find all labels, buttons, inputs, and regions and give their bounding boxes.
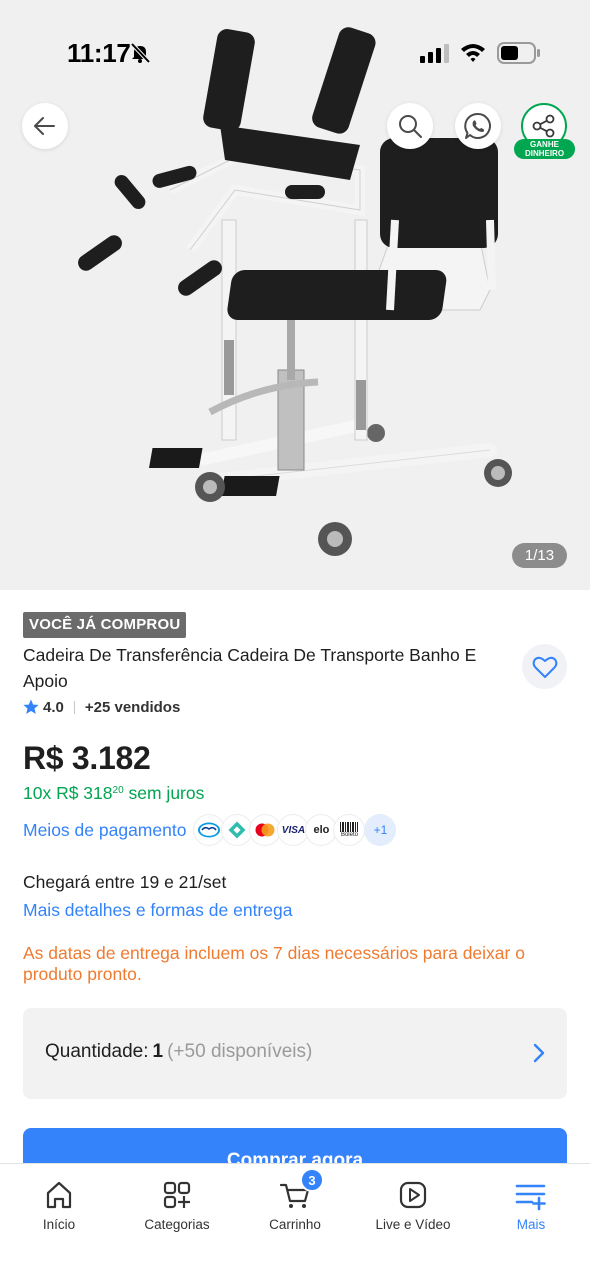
categories-icon [163,1181,191,1209]
installments: 10x R$ 31820 sem juros [23,783,204,804]
status-bar: 11:17 [0,0,590,108]
arrow-left-icon [34,117,55,135]
rating-value: 4.0 [43,698,64,716]
battery-icon [497,42,540,64]
favorite-button[interactable] [522,644,567,689]
earn-money-badge[interactable]: GANHE DINHEIRO [514,139,575,159]
signal-icon [420,44,449,63]
nav-label-home: Início [42,1217,76,1232]
quantity-label: Quantidade: [45,1041,149,1062]
quantity-selector[interactable]: Quantidade: 1 (+50 disponíveis) [23,1008,567,1099]
boleto-icon: Boleto [334,815,365,845]
search-icon [399,115,422,138]
installments-suffix: sem juros [123,783,205,803]
product-title: Cadeira De Transferência Cadeira De Tran… [23,645,477,691]
nav-label-cart: Carrinho [269,1217,321,1232]
home-icon [46,1181,72,1209]
payment-methods-link[interactable]: Meios de pagamento [23,820,186,841]
nav-label-live-video: Live e Vídeo [375,1217,451,1232]
rating-row[interactable]: 4.0 +25 vendidos [23,697,180,717]
quantity-row: Quantidade: 1 (+50 disponíveis) [45,1041,312,1063]
elo-icon: elo [306,815,337,845]
status-time: 11:17 [67,38,131,68]
quantity-value: 1 [152,1041,164,1062]
mastercard-icon [250,815,281,845]
divider [73,700,75,714]
cart-badge: 3 [300,1168,324,1192]
back-button[interactable] [22,103,68,149]
wifi-icon [461,44,485,62]
nav-item-cart[interactable]: 3 Carrinho [236,1164,354,1254]
chevron-right-icon [533,1043,545,1063]
whatsapp-share-button[interactable] [455,103,501,149]
pix-icon [222,815,253,845]
visa-icon: VISA [278,815,309,845]
delivery-notice: As datas de entrega incluem os 7 dias ne… [23,943,525,984]
play-icon [399,1181,427,1209]
price: R$ 3.182 [23,740,151,776]
heart-icon [532,656,557,678]
boleto-label: Boleto [340,831,358,838]
bell-off-icon [130,42,151,64]
installments-cents: 20 [112,785,124,796]
payment-methods-row[interactable]: Meios de pagamento VISA elo Boleto +1 [23,813,397,847]
mercado-pago-icon [194,815,225,845]
sold-count: +25 vendidos [84,698,181,716]
image-counter: 1/13 [512,543,567,568]
installments-amount: 10x R$ 318 [23,783,113,803]
more-payment-methods[interactable]: +1 [364,814,397,846]
nav-item-categories[interactable]: Categorias [118,1164,236,1254]
nav-item-live-video[interactable]: Live e Vídeo [354,1164,472,1254]
search-button[interactable] [387,103,433,149]
nav-item-home[interactable]: Início [0,1164,118,1254]
whatsapp-icon [464,112,491,139]
product-gallery[interactable]: 11:17 GANHE DINHEIRO 1/13 [0,0,590,590]
share-icon [532,114,555,138]
star-icon [23,699,39,714]
delivery-details-link[interactable]: Mais detalhes e formas de entrega [23,900,292,921]
quantity-available: (+50 disponíveis) [167,1041,313,1062]
delivery-estimate: Chegará entre 19 e 21/set [23,872,227,892]
menu-plus-icon [515,1184,546,1211]
nav-label-categories: Categorias [144,1217,210,1232]
already-bought-tag: VOCÊ JÁ COMPROU [23,612,187,638]
bottom-navigation: Início Categorias 3 Carrinho Live e Víde… [0,1163,590,1280]
nav-label-more: Mais [516,1217,546,1232]
nav-item-more[interactable]: Mais [472,1164,590,1254]
